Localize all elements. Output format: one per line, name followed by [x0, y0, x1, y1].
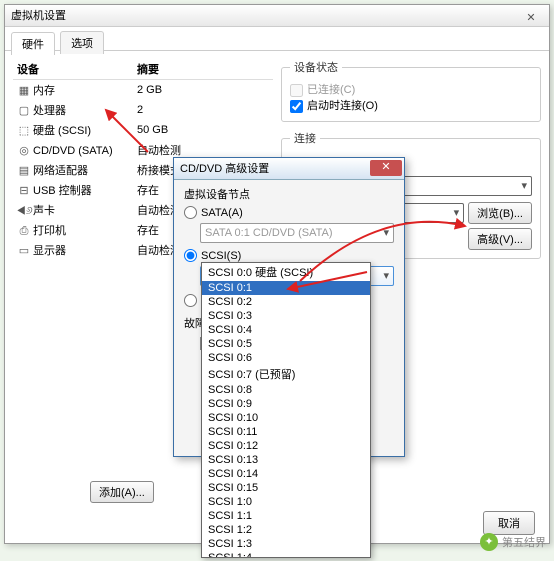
connect-legend: 连接 [290, 130, 320, 146]
cancel-button[interactable]: 取消 [483, 511, 535, 535]
device-name: 处理器 [33, 105, 66, 117]
device-summary: 自动检测 [137, 142, 269, 158]
scsi-label: SCSI(S) [201, 250, 241, 262]
advanced-title: CD/DVD 高级设置 ✕ [174, 158, 404, 180]
device-name: 硬盘 (SCSI) [33, 125, 91, 137]
dropdown-item[interactable]: SCSI 0:14 [202, 467, 370, 481]
dropdown-item[interactable]: SCSI 1:4 [202, 551, 370, 558]
dropdown-item[interactable]: SCSI 0:15 [202, 481, 370, 495]
sata-radio[interactable] [184, 206, 197, 219]
connected-label: 已连接(C) [307, 84, 355, 96]
device-name: 声卡 [33, 205, 55, 217]
sata-label: SATA(A) [201, 207, 243, 219]
device-name: CD/DVD (SATA) [33, 145, 113, 157]
advanced-button[interactable]: 高级(V)... [468, 228, 532, 250]
advanced-close-icon[interactable]: ✕ [370, 160, 402, 176]
vnode-label: 虚拟设备节点 [184, 186, 394, 202]
device-icon: ⊟ [17, 184, 31, 197]
watermark-text: 第五结界 [502, 534, 546, 550]
device-icon: ◀୬ [17, 205, 31, 218]
dropdown-item[interactable]: SCSI 1:0 [202, 495, 370, 509]
device-name: USB 控制器 [33, 185, 92, 197]
col-device: 设备 [17, 61, 137, 77]
device-icon: ⎙ [17, 225, 31, 238]
col-summary: 摘要 [137, 61, 269, 77]
device-icon: ▦ [17, 84, 31, 97]
dropdown-item[interactable]: SCSI 0:8 [202, 383, 370, 397]
poweron-checkbox[interactable] [290, 100, 303, 113]
dropdown-item[interactable]: SCSI 0:0 硬盘 (SCSI) [202, 263, 370, 281]
dropdown-item[interactable]: SCSI 0:11 [202, 425, 370, 439]
dropdown-item[interactable]: SCSI 0:3 [202, 309, 370, 323]
dropdown-item[interactable]: SCSI 0:12 [202, 439, 370, 453]
device-icon: ▭ [17, 244, 31, 257]
title-text: 虚拟机设置 [11, 10, 66, 22]
dropdown-item[interactable]: SCSI 1:2 [202, 523, 370, 537]
dropdown-item[interactable]: SCSI 0:6 [202, 351, 370, 365]
device-icon: ◎ [17, 144, 31, 157]
dropdown-item[interactable]: SCSI 0:4 [202, 323, 370, 337]
dropdown-item[interactable]: SCSI 0:1 [202, 281, 370, 295]
connected-checkbox [290, 84, 303, 97]
status-group: 设备状态 已连接(C) 启动时连接(O) [281, 59, 541, 122]
dialog-title: 虚拟机设置 ✕ [5, 5, 549, 27]
device-name: 显示器 [33, 245, 66, 257]
sata-combo[interactable]: SATA 0:1 CD/DVD (SATA) [200, 223, 394, 243]
poweron-label: 启动时连接(O) [307, 100, 378, 112]
device-summary: 2 GB [137, 84, 269, 96]
device-icon: ▤ [17, 164, 31, 177]
device-icon: ⬚ [17, 124, 31, 137]
dropdown-item[interactable]: SCSI 0:13 [202, 453, 370, 467]
dropdown-item[interactable]: SCSI 1:3 [202, 537, 370, 551]
device-name: 网络适配器 [33, 165, 88, 177]
tab-bar: 硬件 选项 [5, 27, 549, 51]
advanced-title-text: CD/DVD 高级设置 [180, 163, 269, 175]
device-summary: 2 [137, 104, 269, 116]
device-name: 打印机 [33, 225, 66, 237]
watermark-icon: ✦ [480, 533, 498, 551]
dropdown-item[interactable]: SCSI 0:9 [202, 397, 370, 411]
ide-radio[interactable] [184, 294, 197, 307]
tab-hardware[interactable]: 硬件 [11, 32, 55, 55]
scsi-dropdown-list[interactable]: SCSI 0:0 硬盘 (SCSI)SCSI 0:1SCSI 0:2SCSI 0… [201, 262, 371, 558]
add-button[interactable]: 添加(A)... [90, 481, 154, 503]
device-row[interactable]: ▢处理器 2 [13, 100, 273, 120]
browse-button[interactable]: 浏览(B)... [468, 202, 532, 224]
dropdown-item[interactable]: SCSI 0:2 [202, 295, 370, 309]
device-name: 内存 [33, 85, 55, 97]
device-summary: 50 GB [137, 124, 269, 136]
scsi-radio[interactable] [184, 249, 197, 262]
watermark: ✦ 第五结界 [480, 533, 546, 551]
tab-options[interactable]: 选项 [60, 31, 104, 54]
device-row[interactable]: ⬚硬盘 (SCSI) 50 GB [13, 120, 273, 140]
dropdown-item[interactable]: SCSI 0:7 (已预留) [202, 365, 370, 383]
device-row[interactable]: ▦内存 2 GB [13, 80, 273, 100]
device-icon: ▢ [17, 104, 31, 117]
dropdown-item[interactable]: SCSI 0:5 [202, 337, 370, 351]
dropdown-item[interactable]: SCSI 0:10 [202, 411, 370, 425]
status-legend: 设备状态 [290, 59, 342, 75]
dropdown-item[interactable]: SCSI 1:1 [202, 509, 370, 523]
close-icon[interactable]: ✕ [517, 7, 545, 23]
